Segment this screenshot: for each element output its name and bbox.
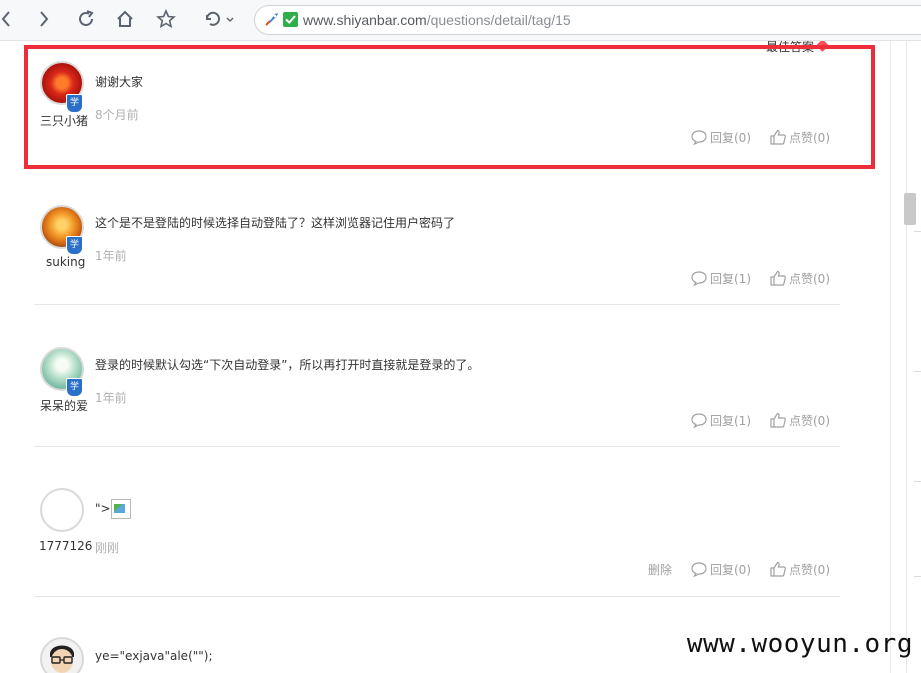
broken-image-icon xyxy=(110,499,131,519)
delete-button[interactable]: 删除 xyxy=(648,561,672,578)
speech-bubble-icon xyxy=(691,413,707,428)
watermark: www.wooyun.org xyxy=(686,629,913,659)
reply-button[interactable]: 回复(0) xyxy=(690,561,751,578)
comment-time: 1年前 xyxy=(95,249,127,263)
comment-actions: 回复(1) 点赞(0) xyxy=(672,269,830,287)
username[interactable]: 1777126 xyxy=(39,539,92,553)
comment-actions: 回复(1) 点赞(0) xyxy=(672,411,830,429)
comment-text: 这个是不是登陆的时候选择自动登陆了？这样浏览器记住用户密码了 xyxy=(95,216,456,230)
comment-item: 学 呆呆的爱 登录的时候默认勾选“下次自动登录”，所以再打开时直接就是登录的了。… xyxy=(34,305,840,447)
thumbs-up-icon xyxy=(770,412,786,428)
comment-time: 刚刚 xyxy=(95,541,120,555)
comment-actions: 删除 回复(0) 点赞(0) xyxy=(630,560,830,578)
reply-button[interactable]: 回复(1) xyxy=(690,412,751,429)
comment-item: 1777126 "> 刚刚 删除 回复(0) 点赞(0) xyxy=(34,447,840,597)
reload-icon[interactable] xyxy=(74,6,98,32)
scrollbar-rail xyxy=(906,41,907,673)
address-bar[interactable]: www.shiyanbar.com/questions/detail/tag/1… xyxy=(254,5,921,35)
rocket-icon xyxy=(263,10,281,32)
speech-bubble-icon xyxy=(691,562,707,577)
like-button[interactable]: 点赞(0) xyxy=(769,411,830,429)
divider xyxy=(914,481,921,482)
cartoon-face-icon xyxy=(50,645,74,673)
avatar[interactable] xyxy=(40,637,84,673)
scrollbar-thumb[interactable] xyxy=(904,193,916,225)
divider xyxy=(914,231,921,232)
thumbs-up-icon xyxy=(770,270,786,286)
like-button[interactable]: 点赞(0) xyxy=(769,560,830,578)
speech-bubble-icon xyxy=(691,271,707,286)
comment-text: 登录的时候默认勾选“下次自动登录”，所以再打开时直接就是登录的了。 xyxy=(95,358,480,372)
forward-icon[interactable] xyxy=(34,6,54,32)
browser-toolbar: www.shiyanbar.com/questions/detail/tag/1… xyxy=(0,0,921,41)
highlight-box xyxy=(24,45,875,169)
username[interactable]: 呆呆的爱 xyxy=(40,397,88,414)
url-text[interactable]: www.shiyanbar.com/questions/detail/tag/1… xyxy=(303,12,571,28)
back-icon[interactable] xyxy=(0,6,14,32)
student-badge-icon: 学 xyxy=(66,236,83,255)
avatar[interactable] xyxy=(40,488,84,532)
secure-check-icon xyxy=(283,12,298,27)
divider xyxy=(914,371,921,372)
undo-history-icon[interactable] xyxy=(200,6,236,32)
comment-item: 学 suking 这个是不是登陆的时候选择自动登陆了？这样浏览器记住用户密码了 … xyxy=(34,183,840,305)
page-content: 最佳答案 学 三只小猪 谢谢大家 8个月前 回复(0) 点赞(0) 学 suki… xyxy=(0,41,921,673)
comment-text: "> xyxy=(95,499,131,519)
bookmark-star-icon[interactable] xyxy=(154,6,178,32)
username[interactable]: suking xyxy=(46,255,85,269)
student-badge-icon: 学 xyxy=(66,378,83,397)
thumbs-up-icon xyxy=(770,561,786,577)
like-button[interactable]: 点赞(0) xyxy=(769,269,830,287)
comment-time: 1年前 xyxy=(95,391,127,405)
comment-text: ye="exjava"ale(""); xyxy=(95,649,213,663)
divider xyxy=(914,576,921,577)
reply-button[interactable]: 回复(1) xyxy=(690,270,751,287)
home-icon[interactable] xyxy=(113,6,137,32)
